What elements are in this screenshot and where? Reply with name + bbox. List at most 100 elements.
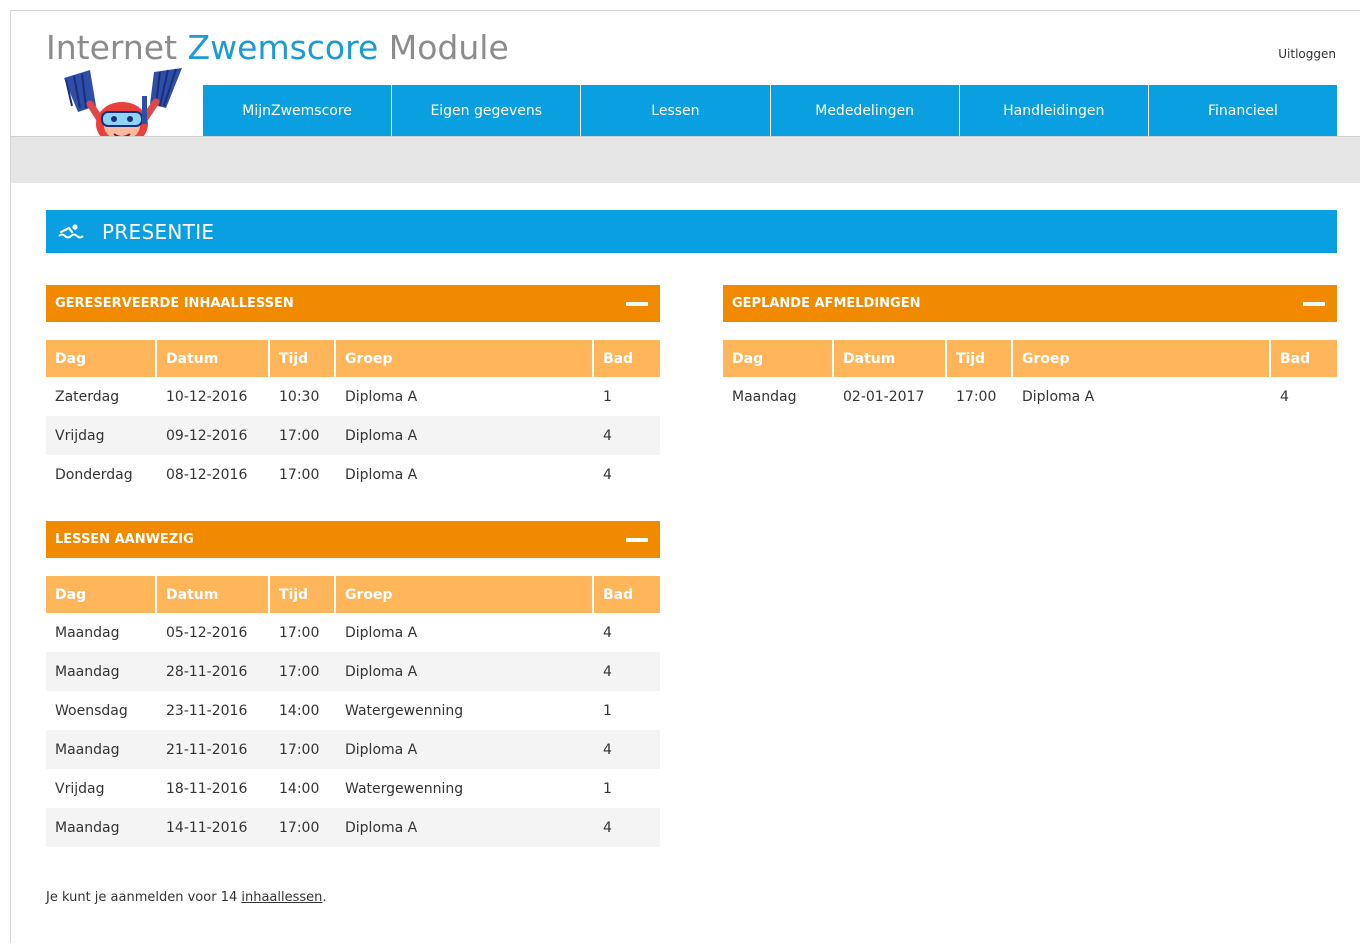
column-header-bad: Bad — [1271, 340, 1337, 377]
aanwezig-table: Dag Datum Tijd Groep Bad Maandag 05-12-2… — [46, 576, 660, 847]
cell-datum: 02-01-2017 — [843, 388, 925, 405]
panel-inhaallessen: GERESERVEERDE INHAALLESSEN Dag Datum Tij… — [46, 285, 660, 494]
panel-title: GERESERVEERDE INHAALLESSEN — [55, 296, 294, 311]
swimmer-icon — [58, 222, 84, 242]
cell-groep: Diploma A — [345, 388, 418, 405]
cell-groep: Watergewenning — [345, 780, 464, 797]
cell-datum: 18-11-2016 — [166, 780, 248, 797]
table-row: Donderdag 08-12-2016 17:00 Diploma A 4 — [46, 455, 660, 494]
cell-dag: Maandag — [55, 624, 120, 641]
cell-groep: Diploma A — [1022, 388, 1095, 405]
column-header-tijd: Tijd — [270, 340, 336, 377]
nav-item-mededelingen[interactable]: Mededelingen — [771, 85, 960, 136]
collapse-icon[interactable] — [626, 301, 648, 306]
cell-bad: 1 — [603, 702, 612, 719]
table-row: Vrijdag 18-11-2016 14:00 Watergewenning … — [46, 769, 660, 808]
afmeldingen-table: Dag Datum Tijd Groep Bad Maandag 02-01-2… — [723, 340, 1337, 416]
nav-item-lessen[interactable]: Lessen — [581, 85, 771, 136]
cell-tijd: 17:00 — [270, 652, 336, 691]
cell-tijd: 17:00 — [270, 730, 336, 769]
cell-dag: Woensdag — [55, 702, 128, 719]
footer-period: . — [322, 890, 327, 905]
cell-dag: Maandag — [46, 730, 157, 769]
column-header-datum: Datum — [157, 576, 270, 613]
nav-item-financieel[interactable]: Financieel — [1149, 85, 1337, 136]
collapse-icon[interactable] — [626, 537, 648, 542]
cell-bad: 4 — [594, 808, 660, 847]
brand-word-3: Module — [388, 28, 509, 67]
cell-dag: Maandag — [46, 652, 157, 691]
cell-bad: 4 — [1280, 388, 1289, 405]
cell-tijd: 17:00 — [270, 808, 336, 847]
table-row: Maandag 02-01-2017 17:00 Diploma A 4 — [723, 377, 1337, 416]
column-header-tijd: Tijd — [947, 340, 1013, 377]
column-header-datum: Datum — [157, 340, 270, 377]
cell-datum: 10-12-2016 — [166, 388, 248, 405]
nav-item-eigen-gegevens[interactable]: Eigen gegevens — [392, 85, 582, 136]
column-header-bad: Bad — [594, 576, 660, 613]
cell-groep: Diploma A — [336, 652, 594, 691]
cell-tijd: 17:00 — [279, 466, 320, 483]
cell-bad: 4 — [603, 466, 612, 483]
table-row: Maandag 14-11-2016 17:00 Diploma A 4 — [46, 808, 660, 847]
column-header-groep: Groep — [336, 576, 594, 613]
subheader-band — [11, 136, 1360, 183]
cell-bad: 4 — [594, 416, 660, 455]
table-row: Zaterdag 10-12-2016 10:30 Diploma A 1 — [46, 377, 660, 416]
inhaallessen-link[interactable]: inhaallessen — [241, 890, 322, 905]
cell-dag: Maandag — [732, 388, 797, 405]
cell-groep: Diploma A — [336, 416, 594, 455]
footer-note: Je kunt je aanmelden voor 14 inhaallesse… — [46, 890, 327, 905]
cell-bad: 1 — [603, 780, 612, 797]
cell-bad: 4 — [594, 730, 660, 769]
page-header: PRESENTIE — [46, 210, 1337, 253]
brand-word-2: Zwemscore — [187, 28, 379, 67]
column-header-bad: Bad — [594, 340, 660, 377]
table-row: Woensdag 23-11-2016 14:00 Watergewenning… — [46, 691, 660, 730]
nav-item-mijnzwemscore[interactable]: MijnZwemscore — [203, 85, 393, 136]
cell-dag: Maandag — [46, 808, 157, 847]
column-header-datum: Datum — [834, 340, 947, 377]
cell-groep: Diploma A — [336, 808, 594, 847]
panel-header: GEPLANDE AFMELDINGEN — [723, 285, 1337, 322]
cell-tijd: 14:00 — [279, 702, 320, 719]
table-row: Vrijdag 09-12-2016 17:00 Diploma A 4 — [46, 416, 660, 455]
cell-groep: Diploma A — [336, 730, 594, 769]
cell-datum: 09-12-2016 — [157, 416, 270, 455]
cell-bad: 1 — [603, 388, 612, 405]
cell-tijd: 14:00 — [279, 780, 320, 797]
table-row: Maandag 28-11-2016 17:00 Diploma A 4 — [46, 652, 660, 691]
cell-dag: Vrijdag — [46, 416, 157, 455]
cell-groep: Watergewenning — [345, 702, 464, 719]
table-row: Maandag 21-11-2016 17:00 Diploma A 4 — [46, 730, 660, 769]
panel-header: GERESERVEERDE INHAALLESSEN — [46, 285, 660, 322]
cell-dag: Vrijdag — [55, 780, 105, 797]
cell-datum: 05-12-2016 — [166, 624, 248, 641]
column-header-dag: Dag — [46, 340, 157, 377]
panel-header: LESSEN AANWEZIG — [46, 521, 660, 558]
cell-datum: 21-11-2016 — [157, 730, 270, 769]
cell-dag: Zaterdag — [55, 388, 120, 405]
cell-bad: 4 — [594, 652, 660, 691]
cell-groep: Diploma A — [345, 624, 418, 641]
brand-word-1: Internet — [46, 28, 178, 67]
cell-datum: 08-12-2016 — [166, 466, 248, 483]
logout-link[interactable]: Uitloggen — [1278, 47, 1336, 61]
app-title: Internet Zwemscore Module — [46, 28, 509, 68]
footer-text: Je kunt je aanmelden voor 14 — [46, 890, 242, 905]
collapse-icon[interactable] — [1303, 301, 1325, 306]
cell-bad: 4 — [603, 624, 612, 641]
main-nav: MijnZwemscore Eigen gegevens Lessen Mede… — [203, 85, 1337, 136]
panel-title: LESSEN AANWEZIG — [55, 532, 194, 547]
column-header-groep: Groep — [336, 340, 594, 377]
nav-item-handleidingen[interactable]: Handleidingen — [960, 85, 1149, 136]
cell-dag: Donderdag — [55, 466, 133, 483]
panel-lessen-aanwezig: LESSEN AANWEZIG Dag Datum Tijd Groep Bad… — [46, 521, 660, 847]
panel-title: GEPLANDE AFMELDINGEN — [732, 296, 921, 311]
cell-tijd: 17:00 — [270, 416, 336, 455]
column-header-dag: Dag — [46, 576, 157, 613]
column-header-dag: Dag — [723, 340, 834, 377]
cell-datum: 23-11-2016 — [166, 702, 248, 719]
cell-datum: 14-11-2016 — [157, 808, 270, 847]
panel-afmeldingen: GEPLANDE AFMELDINGEN Dag Datum Tijd Groe… — [723, 285, 1337, 416]
